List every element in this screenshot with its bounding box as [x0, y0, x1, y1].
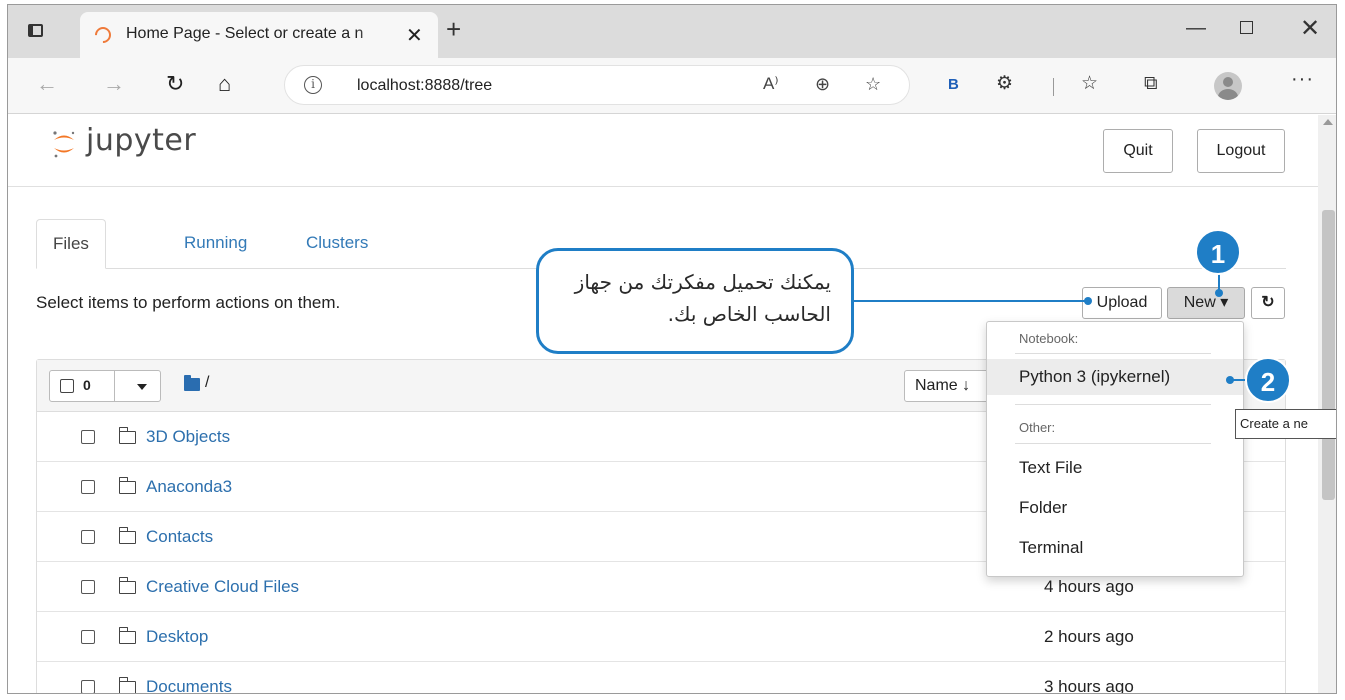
item-name[interactable]: Anaconda3	[146, 477, 232, 497]
close-window-icon[interactable]: ✕	[1300, 14, 1320, 43]
info-icon[interactable]: i	[304, 76, 322, 94]
scroll-thumb[interactable]	[1322, 210, 1335, 500]
item-name[interactable]: Contacts	[146, 527, 213, 547]
badge-pointer	[1215, 289, 1223, 297]
bing-icon[interactable]: B	[948, 76, 959, 93]
selected-count: 0	[83, 377, 91, 393]
folder-icon	[118, 677, 136, 693]
item-modified: 3 hours ago	[1044, 677, 1134, 694]
tab-actions-icon[interactable]	[28, 24, 43, 37]
step-badge-1: 1	[1195, 229, 1241, 275]
logout-button[interactable]: Logout	[1197, 129, 1285, 173]
select-divider	[114, 371, 115, 401]
minimize-icon[interactable]: —	[1186, 17, 1206, 40]
forward-icon[interactable]: →	[103, 72, 125, 96]
item-name[interactable]: 3D Objects	[146, 427, 230, 447]
item-modified: 2 hours ago	[1044, 627, 1134, 646]
menu-divider	[1015, 404, 1211, 405]
select-all-dropdown[interactable]: 0	[49, 370, 161, 402]
callout-bubble: يمكنك تحميل مفكرتك من جهاز الحاسب الخاص …	[536, 248, 854, 354]
row-checkbox[interactable]	[81, 630, 95, 644]
sort-by-name-button[interactable]: Name ↓	[904, 370, 994, 402]
header-divider	[8, 186, 1318, 187]
row-checkbox[interactable]	[81, 480, 95, 494]
item-modified: 4 hours ago	[1044, 577, 1134, 596]
page-scrollbar[interactable]	[1318, 115, 1336, 693]
address-bar[interactable]: i localhost:8888/tree A⁾ ⊕ ☆	[284, 65, 910, 105]
menu-item-terminal[interactable]: Terminal	[987, 530, 1243, 566]
other-section-header: Other:	[1019, 420, 1056, 435]
favorites-icon[interactable]: ☆	[1081, 73, 1098, 95]
toolbar-divider	[1053, 78, 1054, 96]
list-item[interactable]: Desktop 2 hours ago	[37, 612, 1285, 662]
item-name[interactable]: Creative Cloud Files	[146, 577, 299, 597]
folder-icon	[118, 427, 136, 444]
row-checkbox[interactable]	[81, 430, 95, 444]
read-aloud-icon[interactable]: A⁾	[763, 74, 779, 94]
upload-button[interactable]: Upload	[1082, 287, 1162, 319]
row-checkbox[interactable]	[81, 580, 95, 594]
menu-item-text-file[interactable]: Text File	[987, 450, 1243, 486]
quit-button[interactable]: Quit	[1103, 129, 1173, 173]
badge-pointer	[1226, 376, 1234, 384]
tab-strip: Home Page - Select or create a n ✕ + — ✕	[8, 5, 1336, 58]
tab-running[interactable]: Running	[168, 219, 263, 269]
browser-toolbar: ← → ↻ ⌂ i localhost:8888/tree A⁾ ⊕ ☆ B ⚙…	[8, 58, 1336, 114]
root-path[interactable]: /	[205, 374, 209, 392]
add-favorite-icon[interactable]: ☆	[865, 74, 881, 95]
menu-item-python3[interactable]: Python 3 (ipykernel)	[987, 359, 1243, 395]
folder-icon	[118, 477, 136, 494]
folder-icon	[118, 527, 136, 544]
select-all-checkbox[interactable]	[60, 379, 74, 393]
more-icon[interactable]: ···	[1291, 68, 1314, 91]
row-checkbox[interactable]	[81, 680, 95, 693]
list-item[interactable]: Documents 3 hours ago	[37, 662, 1285, 694]
url-text[interactable]: localhost:8888/tree	[357, 77, 492, 95]
tooltip: Create a ne	[1235, 409, 1336, 439]
home-icon[interactable]: ⌂	[218, 72, 231, 96]
loading-spinner-icon	[91, 23, 115, 47]
callout-text: يمكنك تحميل مفكرتك من جهاز الحاسب الخاص …	[574, 270, 831, 326]
new-dropdown-menu: Notebook: Python 3 (ipykernel) Other: Te…	[986, 321, 1244, 577]
tab-title: Home Page - Select or create a n	[126, 25, 396, 43]
menu-divider	[1015, 353, 1211, 354]
zoom-icon[interactable]: ⊕	[815, 74, 830, 95]
collections-icon[interactable]: ⧉	[1144, 73, 1158, 95]
tab-files[interactable]: Files	[36, 219, 106, 269]
reload-icon[interactable]: ↻	[166, 72, 184, 96]
maximize-icon[interactable]	[1240, 21, 1253, 34]
callout-connector	[854, 300, 1086, 302]
tab-clusters[interactable]: Clusters	[290, 219, 384, 269]
new-button[interactable]: New ▾	[1167, 287, 1245, 319]
browser-window: Home Page - Select or create a n ✕ + — ✕…	[7, 4, 1337, 694]
new-tab-icon[interactable]: +	[446, 16, 461, 42]
root-folder-icon[interactable]	[184, 375, 200, 391]
callout-pointer	[1084, 297, 1092, 305]
close-tab-icon[interactable]: ✕	[406, 23, 423, 48]
jupyter-brand: jupyter	[86, 123, 197, 158]
scroll-up-icon[interactable]	[1323, 119, 1333, 125]
row-checkbox[interactable]	[81, 530, 95, 544]
menu-item-folder[interactable]: Folder	[987, 490, 1243, 526]
jupyter-logo-icon	[53, 131, 75, 158]
extensions-icon[interactable]: ⚙	[996, 73, 1013, 95]
folder-icon	[118, 627, 136, 644]
select-message: Select items to perform actions on them.	[36, 293, 341, 312]
refresh-button[interactable]: ↻	[1251, 287, 1285, 319]
back-icon[interactable]: ←	[36, 72, 58, 96]
notebook-section-header: Notebook:	[1019, 331, 1079, 346]
step-badge-2: 2	[1245, 357, 1291, 403]
item-name[interactable]: Desktop	[146, 627, 208, 647]
menu-divider	[1015, 443, 1211, 444]
browser-tab[interactable]: Home Page - Select or create a n ✕	[80, 12, 438, 58]
folder-icon	[118, 577, 136, 594]
profile-avatar[interactable]	[1214, 72, 1242, 100]
chevron-down-icon[interactable]	[137, 384, 147, 390]
item-name[interactable]: Documents	[146, 677, 232, 693]
